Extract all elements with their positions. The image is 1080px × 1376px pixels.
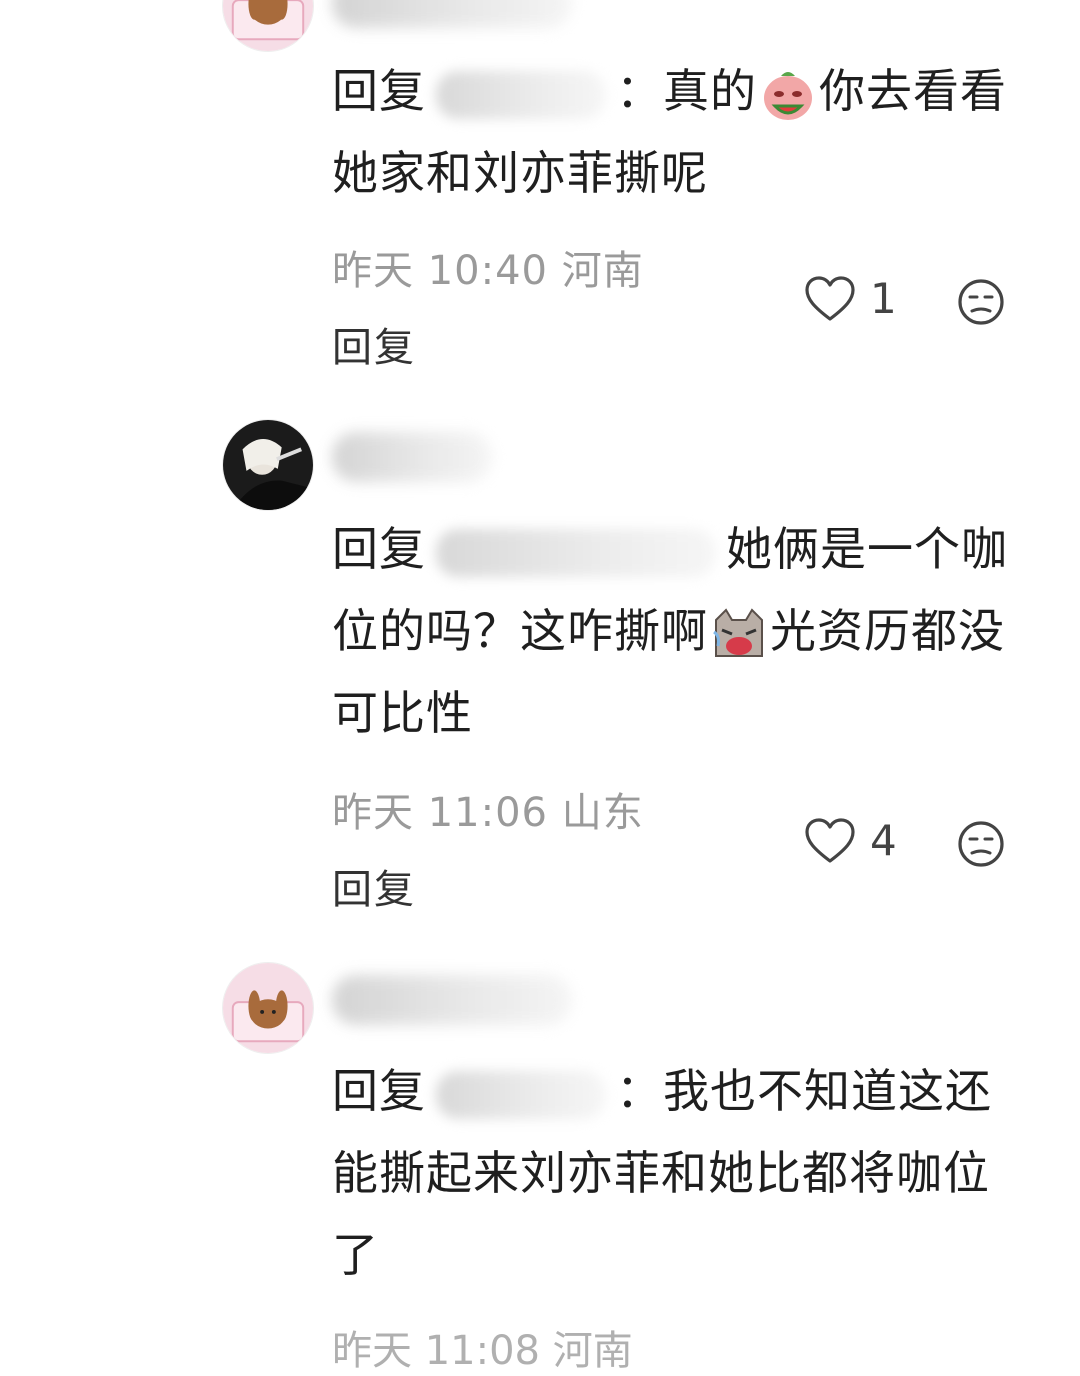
- mention-blurred[interactable]: [436, 70, 606, 119]
- username-blurred[interactable]: [332, 0, 572, 28]
- like-button[interactable]: 4: [804, 816, 897, 865]
- username-blurred[interactable]: [332, 975, 572, 1025]
- watermelon-face-emoji-icon: [759, 66, 817, 124]
- crying-cat-emoji-icon: [710, 606, 768, 664]
- bunny-avatar-icon: [223, 0, 313, 51]
- comment-body: 回复 ：我也不知道这还能撕起来刘亦菲和她比都将咖位了: [332, 1064, 992, 1282]
- avatar[interactable]: [222, 0, 314, 52]
- unamused-face-icon: [958, 821, 1004, 867]
- mention-blurred[interactable]: [436, 528, 716, 577]
- comment-body: 回复 她俩是一个咖位的吗？这咋撕啊 光资历都没可比性: [332, 522, 1008, 740]
- comment-time-location: 昨天 10:40 河南: [332, 248, 644, 294]
- like-button[interactable]: 1: [804, 274, 897, 323]
- heart-outline-icon: [805, 275, 855, 321]
- comment-time-location: 昨天 11:06 山东: [332, 790, 644, 836]
- bunny-avatar-icon: [223, 963, 313, 1053]
- avatar[interactable]: [222, 962, 314, 1054]
- dislike-button[interactable]: [956, 277, 1006, 327]
- username-blurred[interactable]: [332, 432, 492, 482]
- reply-prefix: 回复: [332, 64, 426, 118]
- dislike-button[interactable]: [956, 819, 1006, 869]
- reply-prefix: 回复: [332, 522, 426, 576]
- reply-button[interactable]: 回复: [332, 857, 416, 915]
- singer-photo-avatar-icon: [223, 420, 313, 510]
- comment-body: 回复 ：真的 你去看看她家和刘亦菲撕呢: [332, 64, 1007, 200]
- like-count: 1: [870, 274, 897, 323]
- like-count: 4: [870, 816, 897, 865]
- reply-button[interactable]: 回复: [332, 315, 416, 373]
- comment-time-location: 昨天 11:08 河南: [332, 1328, 633, 1374]
- unamused-face-icon: [958, 279, 1004, 325]
- mention-blurred[interactable]: [436, 1070, 606, 1119]
- heart-outline-icon: [805, 817, 855, 863]
- avatar[interactable]: [222, 419, 314, 511]
- reply-prefix: 回复: [332, 1064, 426, 1118]
